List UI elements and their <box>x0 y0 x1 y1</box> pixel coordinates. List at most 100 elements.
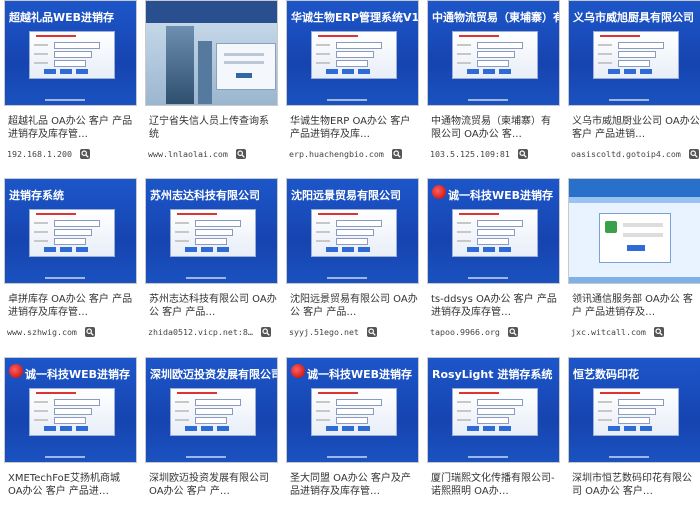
result-thumbnail[interactable]: 进销存系统 <box>4 178 137 284</box>
magnifier-icon[interactable] <box>367 326 378 337</box>
app-title: 深圳欧迈投资发展有限公司 <box>150 368 278 381</box>
result-title-link[interactable]: 华诚生物ERP OA办公 客户 产品进销存及库… <box>290 115 418 141</box>
login-panel <box>593 388 679 436</box>
login-panel <box>311 388 397 436</box>
result-url-row: tapoo.9966.org <box>430 321 560 337</box>
result-url-link[interactable]: www.szhwig.com <box>7 327 77 337</box>
result-title-link[interactable]: 中通物流贸易（柬埔寨）有限公司 OA办公 客… <box>431 115 559 141</box>
result-url-row: jxc.witcall.com <box>571 321 700 337</box>
login-panel <box>593 31 679 79</box>
result-thumbnail[interactable]: 沈阳远景贸易有限公司 <box>286 178 419 284</box>
result-url-row: erp.huachengbio.com <box>289 143 419 159</box>
result-title-link[interactable]: ts-ddsys OA办公 客户 产品进销存及库存管… <box>431 293 559 319</box>
login-panel <box>452 31 538 79</box>
result-title-link[interactable]: 深圳欧迈投资发展有限公司 OA办公 客户 产… <box>149 472 277 498</box>
result-thumbnail[interactable]: 义乌市威旭厨具有限公司 <box>568 0 700 106</box>
app-header: 沈阳远景贸易有限公司 <box>287 179 418 209</box>
magnifier-icon[interactable] <box>236 148 247 159</box>
result-title-link[interactable]: 圣大同盟 OA办公 客户及产品进销存及库存管… <box>290 472 418 498</box>
result-url-row: www.lnlaolai.com <box>148 143 278 159</box>
result-title-link[interactable]: 义乌市威旭厨业公司 OA办公 客户 产品进销… <box>572 115 700 141</box>
magnifier-icon[interactable] <box>85 326 96 337</box>
result-thumbnail[interactable]: 超越礼品WEB进销存 <box>4 0 137 106</box>
app-header: 诚一科技WEB进销存 <box>428 179 559 209</box>
magnifier-icon[interactable] <box>689 148 699 159</box>
result-title-link[interactable]: 卓拼库存 OA办公 客户 产品进销存及库存管… <box>8 293 136 319</box>
login-panel <box>311 31 397 79</box>
app-title: 诚一科技WEB进销存 <box>448 189 554 202</box>
result-card: 沈阳远景贸易有限公司 沈阳远景贸易有限公司 OA办公 客户 产品… syyj.5… <box>286 178 419 338</box>
result-thumbnail[interactable]: 恒艺数码印花 <box>568 357 700 463</box>
app-title: 沈阳远景贸易有限公司 <box>291 189 401 202</box>
app-title: 苏州志达科技有限公司 <box>150 189 260 202</box>
magnifier-icon[interactable] <box>518 148 529 159</box>
result-card: 深圳欧迈投资发展有限公司 深圳欧迈投资发展有限公司 OA办公 客户 产… <box>145 357 278 517</box>
login-panel <box>170 209 256 257</box>
result-thumbnail[interactable] <box>568 178 700 284</box>
result-thumbnail[interactable] <box>145 0 278 106</box>
result-thumbnail[interactable]: 中通物流贸易（東埔寨）有限公司 <box>427 0 560 106</box>
app-title: 诚一科技WEB进销存 <box>307 368 413 381</box>
result-title-link[interactable]: 深圳市恒艺数码印花有限公司 OA办公 客户… <box>572 472 700 498</box>
result-url-link[interactable]: jxc.witcall.com <box>571 327 646 337</box>
logo-icon <box>291 364 305 378</box>
result-url-row: www.szhwig.com <box>7 321 137 337</box>
result-url-link[interactable]: oasiscoltd.gotoip4.com <box>571 149 681 159</box>
result-url-link[interactable]: 103.5.125.109:81 <box>430 149 510 159</box>
result-thumbnail[interactable]: 深圳欧迈投资发展有限公司 <box>145 357 278 463</box>
result-url-link[interactable]: www.lnlaolai.com <box>148 149 228 159</box>
login-panel <box>452 388 538 436</box>
result-title-link[interactable]: XMETechFoE艾扬机商城 OA办公 客户 产品进… <box>8 472 136 498</box>
app-header: 义乌市威旭厨具有限公司 <box>569 1 700 31</box>
login-panel <box>170 388 256 436</box>
result-card: 华诚生物ERP管理系统V1.0 华诚生物ERP OA办公 客户 产品进销存及库…… <box>286 0 419 160</box>
result-url-link[interactable]: syyj.51ego.net <box>289 327 359 337</box>
app-title: 超越礼品WEB进销存 <box>9 11 115 24</box>
result-url-row: zhida0512.vicp.net:8… <box>148 321 278 337</box>
magnifier-icon[interactable] <box>80 148 91 159</box>
app-header: RosyLight 进销存系统 <box>428 358 559 388</box>
app-header: 超越礼品WEB进销存 <box>5 1 136 31</box>
app-header: 恒艺数码印花 <box>569 358 700 388</box>
result-title-link[interactable]: 厦门瑞熙文化传播有限公司-诺熙照明 OA办… <box>431 472 559 498</box>
result-url-row: 192.168.1.200 <box>7 143 137 159</box>
result-url-link[interactable]: 192.168.1.200 <box>7 149 72 159</box>
app-header: 深圳欧迈投资发展有限公司 <box>146 358 277 388</box>
login-panel <box>29 31 115 79</box>
app-title: RosyLight 进销存系统 <box>432 368 553 381</box>
app-title: 华诚生物ERP管理系统V1.0 <box>291 11 419 24</box>
result-card: RosyLight 进销存系统 厦门瑞熙文化传播有限公司-诺熙照明 OA办… <box>427 357 560 517</box>
result-title-link[interactable]: 辽宁省失信人员上传查询系统 <box>149 115 277 141</box>
result-url-link[interactable]: erp.huachengbio.com <box>289 149 384 159</box>
logo-icon <box>432 185 446 199</box>
result-card: 诚一科技WEB进销存 XMETechFoE艾扬机商城 OA办公 客户 产品进… <box>4 357 137 517</box>
magnifier-icon[interactable] <box>392 148 403 159</box>
result-title-link[interactable]: 超越礼品 OA办公 客户 产品进销存及库存管… <box>8 115 136 141</box>
result-thumbnail[interactable]: 诚一科技WEB进销存 <box>286 357 419 463</box>
magnifier-icon[interactable] <box>261 326 271 337</box>
app-header: 华诚生物ERP管理系统V1.0 <box>287 1 418 31</box>
result-title-link[interactable]: 苏州志达科技有限公司 OA办公 客户 产品… <box>149 293 277 319</box>
login-panel <box>452 209 538 257</box>
magnifier-icon[interactable] <box>508 326 519 337</box>
magnifier-icon[interactable] <box>654 326 665 337</box>
result-thumbnail[interactable]: RosyLight 进销存系统 <box>427 357 560 463</box>
result-url-link[interactable]: tapoo.9966.org <box>430 327 500 337</box>
result-thumbnail[interactable]: 诚一科技WEB进销存 <box>427 178 560 284</box>
result-card: 诚一科技WEB进销存 圣大同盟 OA办公 客户及产品进销存及库存管… <box>286 357 419 517</box>
result-title-link[interactable]: 领讯通信服务部 OA办公 客户 产品进销存及… <box>572 293 700 319</box>
app-title: 诚一科技WEB进销存 <box>25 368 131 381</box>
result-card: 进销存系统 卓拼库存 OA办公 客户 产品进销存及库存管… www.szhwig… <box>4 178 137 338</box>
result-thumbnail[interactable]: 华诚生物ERP管理系统V1.0 <box>286 0 419 106</box>
result-title-link[interactable]: 沈阳远景贸易有限公司 OA办公 客户 产品… <box>290 293 418 319</box>
result-thumbnail[interactable]: 诚一科技WEB进销存 <box>4 357 137 463</box>
results-grid: 超越礼品WEB进销存 超越礼品 OA办公 客户 产品进销存及库存管… 192.1… <box>0 0 700 505</box>
app-header: 进销存系统 <box>5 179 136 209</box>
result-card: 中通物流贸易（東埔寨）有限公司 中通物流贸易（柬埔寨）有限公司 OA办公 客… … <box>427 0 560 160</box>
result-url-link[interactable]: zhida0512.vicp.net:8… <box>148 327 253 337</box>
login-panel <box>311 209 397 257</box>
app-title: 中通物流贸易（東埔寨）有限公司 <box>432 11 559 24</box>
result-card: 恒艺数码印花 深圳市恒艺数码印花有限公司 OA办公 客户… <box>568 357 700 517</box>
result-thumbnail[interactable]: 苏州志达科技有限公司 <box>145 178 278 284</box>
result-card: 苏州志达科技有限公司 苏州志达科技有限公司 OA办公 客户 产品… zhida0… <box>145 178 278 338</box>
